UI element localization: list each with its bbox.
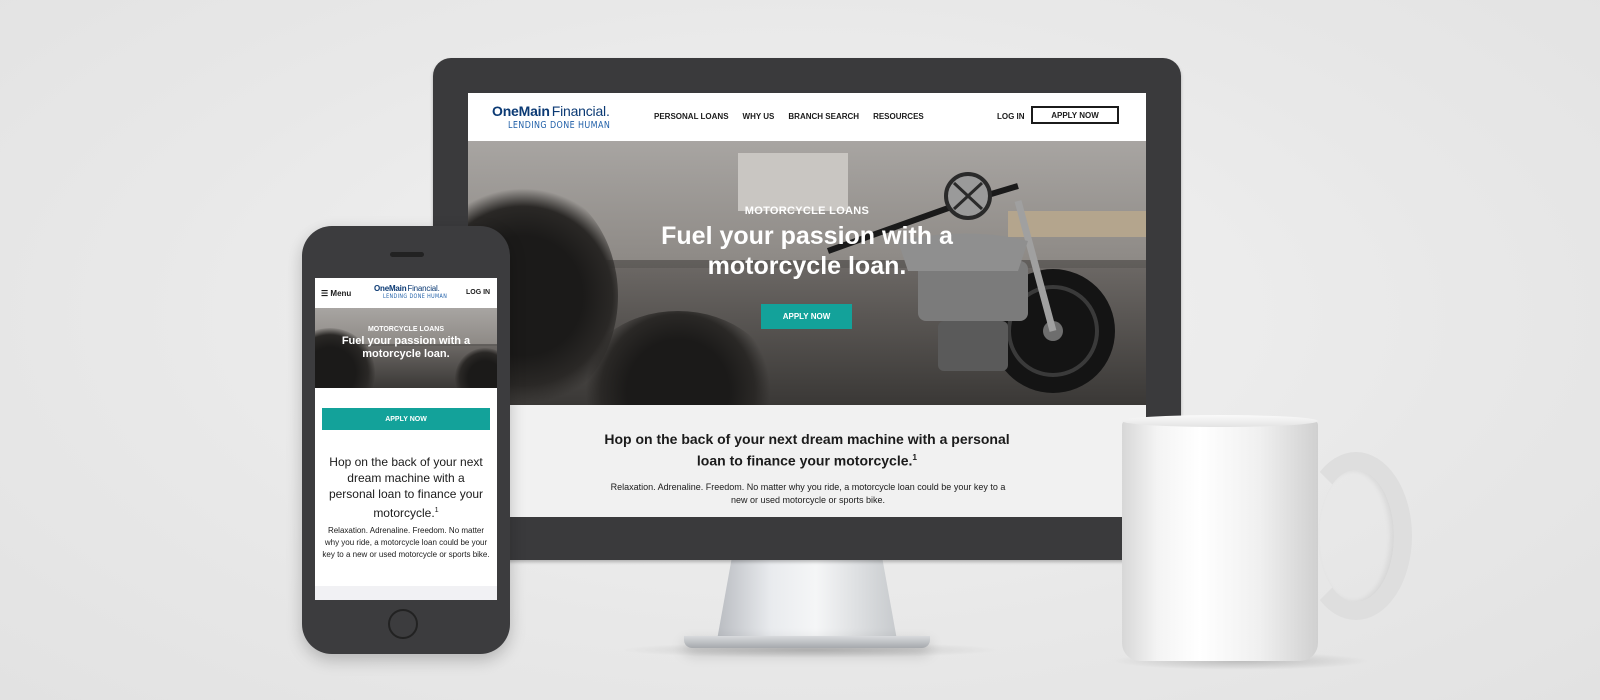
intro-heading: Hop on the back of your next dream machi… [604,431,1010,469]
nav-item-why-us[interactable]: WHY US [743,112,775,121]
mobile-menu-button[interactable]: ☰ Menu [321,289,351,298]
header-apply-now-button[interactable]: APPLY NOW [1031,106,1119,124]
hero-banner: MOTORCYCLE LOANS Fuel your passion with … [468,141,1146,405]
mobile-footnote-marker[interactable]: 1 [435,505,439,514]
mobile-brand-tagline: LENDING DONE HUMAN [383,293,448,300]
monitor-stand-base [684,636,930,648]
desktop-site-header: OneMain Financial. LENDING DONE HUMAN PER… [468,93,1146,141]
intro-body: Relaxation. Adrenaline. Freedom. No matt… [610,482,1006,505]
hero-apply-now-button[interactable]: APPLY NOW [761,304,852,329]
intro-section: Hop on the back of your next dream machi… [468,405,1146,517]
menu-label: Menu [330,289,352,298]
login-link[interactable]: LOG IN [997,112,1025,121]
mobile-apply-now-button[interactable]: APPLY NOW [322,408,490,430]
nav-item-personal-loans[interactable]: PERSONAL LOANS [654,112,729,121]
mobile-intro-body: Relaxation. Adrenaline. Freedom. No matt… [322,526,490,559]
hero-title: Fuel your passion with a motorcycle loan… [661,222,953,280]
mobile-site-header: ☰ Menu OneMainFinancial. LENDING DONE HU… [315,278,497,308]
mobile-screen: ☰ Menu OneMainFinancial. LENDING DONE HU… [315,278,497,600]
nav-item-resources[interactable]: RESOURCES [873,112,924,121]
mobile-brand-name: OneMainFinancial. [374,284,440,293]
monitor-stand-neck [717,560,897,640]
mobile-hero-text: MOTORCYCLE LOANS Fuel your passion with … [315,326,497,361]
desktop-monitor: OneMain Financial. LENDING DONE HUMAN PER… [433,58,1181,560]
mobile-hero-title: Fuel your passion with a motorcycle loan… [341,335,471,360]
phone-home-button [388,609,418,639]
mobile-hero-eyebrow: MOTORCYCLE LOANS [367,326,445,333]
phone-speaker [390,252,424,257]
brand-logo[interactable]: OneMain Financial. LENDING DONE HUMAN [492,103,636,131]
footnote-marker[interactable]: 1 [912,452,917,462]
coffee-mug [1122,421,1318,661]
mobile-login-link[interactable]: LOG IN [466,289,490,296]
nav-item-branch-search[interactable]: BRANCH SEARCH [788,112,859,121]
hamburger-icon: ☰ [321,289,329,298]
mobile-next-section-strip [315,586,497,600]
mobile-phone: ☰ Menu OneMainFinancial. LENDING DONE HU… [302,226,510,654]
mobile-intro-heading: Hop on the back of your next dream machi… [328,455,484,520]
hero-eyebrow: MOTORCYCLE LOANS [744,205,870,217]
brand-tagline: LENDING DONE HUMAN [508,120,611,131]
primary-nav: PERSONAL LOANS WHY US BRANCH SEARCH RESO… [654,112,924,121]
desktop-screen: OneMain Financial. LENDING DONE HUMAN PER… [468,93,1146,517]
mug-rim [1122,415,1318,427]
mobile-hero-banner: MOTORCYCLE LOANS Fuel your passion with … [315,308,497,388]
hero-text: MOTORCYCLE LOANS Fuel your passion with … [468,205,1146,281]
product-mockup-scene: OneMain Financial. LENDING DONE HUMAN PER… [0,0,1600,700]
mobile-brand-logo[interactable]: OneMainFinancial. LENDING DONE HUMAN [374,284,463,300]
brand-name: OneMain Financial. [492,103,610,119]
